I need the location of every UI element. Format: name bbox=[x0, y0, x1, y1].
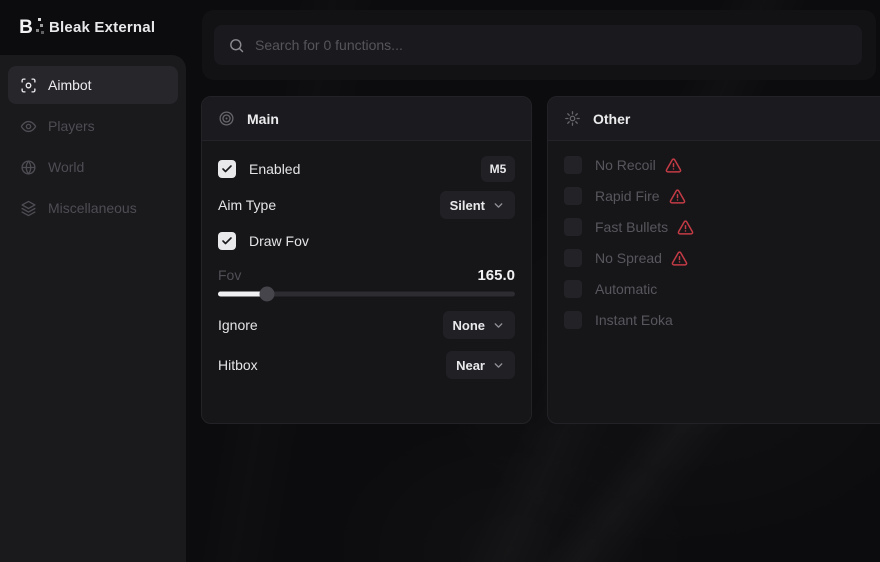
aim-type-row: Aim Type Silent bbox=[218, 191, 515, 219]
gear-icon bbox=[564, 110, 581, 127]
sidebar-nav: Aimbot Players World bbox=[0, 55, 186, 562]
layers-icon bbox=[20, 200, 37, 217]
option-label: Automatic bbox=[595, 281, 657, 297]
option-label: Instant Eoka bbox=[595, 312, 673, 328]
panel-main: Main Enabled M5 Aim Type Silent bbox=[201, 96, 532, 424]
fov-value-row: Fov 165.0 bbox=[218, 265, 515, 285]
hitbox-row: Hitbox Near bbox=[218, 351, 515, 379]
sidebar-item-label: Players bbox=[48, 118, 95, 134]
sidebar-item-world[interactable]: World bbox=[8, 148, 178, 186]
ignore-label: Ignore bbox=[218, 317, 258, 333]
warning-triangle-icon bbox=[677, 219, 694, 236]
app-logo-icon: B bbox=[14, 16, 38, 40]
other-option-row: No Spread bbox=[564, 246, 878, 270]
fov-label: Fov bbox=[218, 267, 241, 283]
panel-main-title: Main bbox=[247, 111, 279, 127]
option-label: No Spread bbox=[595, 250, 662, 266]
hitbox-label: Hitbox bbox=[218, 357, 258, 373]
warning-triangle-icon bbox=[665, 157, 682, 174]
chevron-down-icon bbox=[492, 359, 505, 372]
other-option-row: Rapid Fire bbox=[564, 184, 878, 208]
other-option-row: Instant Eoka bbox=[564, 308, 878, 332]
chevron-down-icon bbox=[492, 199, 505, 212]
aim-type-label: Aim Type bbox=[218, 197, 276, 213]
sidebar-item-aimbot[interactable]: Aimbot bbox=[8, 66, 178, 104]
ignore-row: Ignore None bbox=[218, 311, 515, 339]
sidebar-item-label: Miscellaneous bbox=[48, 200, 137, 216]
option-label: No Recoil bbox=[595, 157, 656, 173]
enabled-checkbox[interactable] bbox=[218, 160, 236, 178]
enabled-keybind-button[interactable]: M5 bbox=[481, 156, 515, 182]
fov-slider-handle[interactable] bbox=[260, 287, 275, 302]
fov-slider-row bbox=[218, 287, 515, 301]
enabled-row: Enabled M5 bbox=[218, 155, 515, 183]
other-option-row: Automatic bbox=[564, 277, 878, 301]
sidebar-header: B Bleak External bbox=[0, 0, 186, 55]
draw-fov-row: Draw Fov bbox=[218, 227, 515, 255]
fov-value: 165.0 bbox=[477, 267, 515, 284]
sidebar-item-miscellaneous[interactable]: Miscellaneous bbox=[8, 189, 178, 227]
option-label: Fast Bullets bbox=[595, 219, 668, 235]
option-checkbox[interactable] bbox=[564, 218, 582, 236]
ignore-dropdown[interactable]: None bbox=[443, 311, 516, 339]
check-icon bbox=[221, 163, 233, 175]
enabled-label: Enabled bbox=[249, 161, 300, 177]
sidebar-item-label: Aimbot bbox=[48, 77, 92, 93]
other-option-row: Fast Bullets bbox=[564, 215, 878, 239]
draw-fov-checkbox[interactable] bbox=[218, 232, 236, 250]
panel-other: Other No Recoil bbox=[547, 96, 880, 424]
warning-triangle-icon bbox=[671, 250, 688, 267]
search-card bbox=[202, 10, 876, 80]
app-title: Bleak External bbox=[49, 19, 155, 36]
globe-icon bbox=[20, 159, 37, 176]
crosshair-focus-icon bbox=[20, 77, 37, 94]
search-icon bbox=[228, 37, 245, 54]
fov-slider[interactable] bbox=[218, 287, 515, 301]
search-input-wrapper[interactable] bbox=[214, 25, 862, 65]
hitbox-value: Near bbox=[456, 358, 485, 373]
panel-main-header: Main bbox=[202, 97, 531, 141]
aim-type-value: Silent bbox=[450, 198, 485, 213]
search-input[interactable] bbox=[255, 37, 848, 53]
draw-fov-label: Draw Fov bbox=[249, 233, 309, 249]
option-checkbox[interactable] bbox=[564, 249, 582, 267]
sidebar-item-label: World bbox=[48, 159, 84, 175]
option-label: Rapid Fire bbox=[595, 188, 660, 204]
logo-letter: B bbox=[19, 17, 33, 39]
sidebar-item-players[interactable]: Players bbox=[8, 107, 178, 145]
option-checkbox[interactable] bbox=[564, 311, 582, 329]
option-checkbox[interactable] bbox=[564, 280, 582, 298]
aim-type-dropdown[interactable]: Silent bbox=[440, 191, 515, 219]
chevron-down-icon bbox=[492, 319, 505, 332]
warning-triangle-icon bbox=[669, 188, 686, 205]
hitbox-dropdown[interactable]: Near bbox=[446, 351, 515, 379]
check-icon bbox=[221, 235, 233, 247]
option-checkbox[interactable] bbox=[564, 156, 582, 174]
option-checkbox[interactable] bbox=[564, 187, 582, 205]
ignore-value: None bbox=[453, 318, 486, 333]
app-window: B Bleak External Aimbot Players bbox=[0, 0, 880, 562]
panel-main-body: Enabled M5 Aim Type Silent Draw Fov F bbox=[202, 141, 531, 379]
panel-other-title: Other bbox=[593, 111, 630, 127]
sidebar: B Bleak External Aimbot Players bbox=[0, 0, 186, 562]
panel-other-body: No Recoil Rapid Fire bbox=[548, 141, 880, 339]
other-option-row: No Recoil bbox=[564, 153, 878, 177]
panel-other-header: Other bbox=[548, 97, 880, 141]
target-icon bbox=[218, 110, 235, 127]
eye-icon bbox=[20, 118, 37, 135]
